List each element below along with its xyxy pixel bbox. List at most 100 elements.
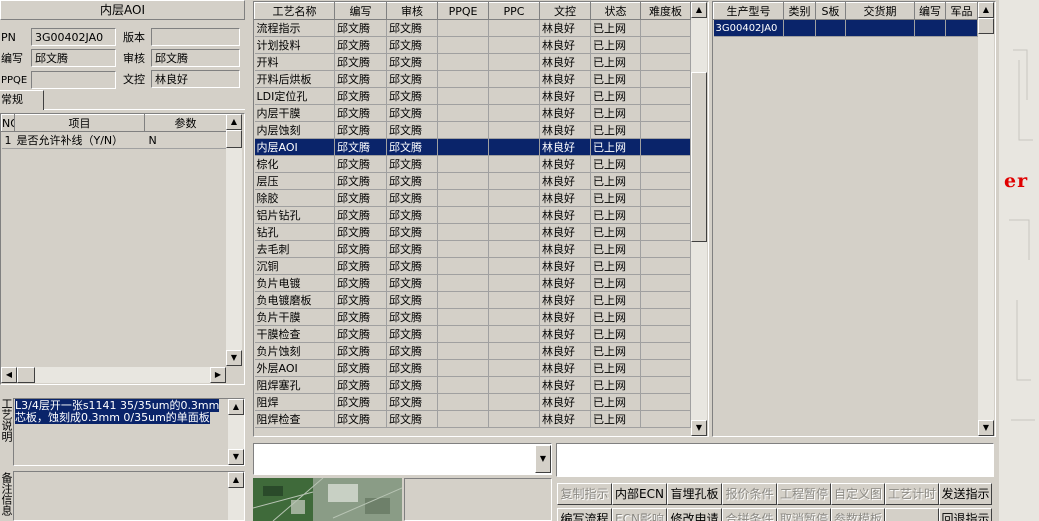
col-header-process-name[interactable]: 工艺名称 <box>254 2 335 20</box>
param-vscroll[interactable]: ▲ ▼ <box>226 114 242 366</box>
process-row[interactable]: 负片蚀刻 邱文腾 邱文腾 林良好 已上网 <box>254 342 691 360</box>
row1-button-3[interactable]: 盲埋孔板 <box>667 483 722 505</box>
process-row[interactable]: 内层AOI 邱文腾 邱文腾 林良好 已上网 <box>254 138 691 156</box>
process-cell: 已上网 <box>590 172 641 190</box>
process-row[interactable]: 外层AOI 邱文腾 邱文腾 林良好 已上网 <box>254 359 691 377</box>
process-row[interactable]: 内层蚀刻 邱文腾 邱文腾 林良好 已上网 <box>254 121 691 139</box>
ppqe-field[interactable] <box>31 71 116 89</box>
scroll-thumb[interactable] <box>226 130 242 148</box>
row1-button-1[interactable]: 复制指示 <box>557 483 612 505</box>
scroll-up-icon[interactable]: ▲ <box>978 2 994 18</box>
process-vscroll[interactable]: ▲ ▼ <box>691 2 707 436</box>
combo-box[interactable]: ▼ <box>253 443 552 475</box>
row2-button-8[interactable]: 回退指示 <box>939 508 992 521</box>
process-row[interactable]: 阻焊塞孔 邱文腾 邱文腾 林良好 已上网 <box>254 376 691 394</box>
process-row[interactable]: 棕化 邱文腾 邱文腾 林良好 已上网 <box>254 155 691 173</box>
pn-field[interactable]: 3G00402JA0 <box>31 28 116 46</box>
process-cell <box>437 274 489 292</box>
col-header-model-writer[interactable]: 编写 <box>914 2 946 20</box>
col-header-model[interactable]: 生产型号 <box>713 2 784 20</box>
col-header-reviewer[interactable]: 审核 <box>386 2 438 20</box>
row1-button-8[interactable]: 发送指示 <box>939 483 992 505</box>
doc-control-field[interactable]: 林良好 <box>151 70 240 88</box>
param-header-item[interactable]: 项目 <box>14 114 145 132</box>
row2-button-1[interactable]: 编写流程 <box>557 508 612 521</box>
process-row[interactable]: 阻焊检查 邱文腾 邱文腾 林良好 已上网 <box>254 410 691 428</box>
col-header-difficulty[interactable]: 难度板 <box>640 2 691 20</box>
process-row[interactable]: 层压 邱文腾 邱文腾 林良好 已上网 <box>254 172 691 190</box>
scroll-right-icon[interactable]: ▶ <box>210 367 226 383</box>
process-note-box[interactable]: L3/4层开一张s1141 35/35um的0.3mm芯板，蚀刻成0.3mm 0… <box>13 398 245 466</box>
row1-button-5[interactable]: 工程暂停 <box>777 483 831 505</box>
process-cell: 已上网 <box>590 410 641 428</box>
reviewer-field[interactable]: 邱文腾 <box>151 49 240 67</box>
process-cell: 已上网 <box>590 36 641 54</box>
process-grid: 工艺名称 编写 审核 PPQE PPC 文控 状态 难度板 流程指示 邱文腾 邱文腾… <box>253 1 709 437</box>
col-header-writer[interactable]: 编写 <box>334 2 387 20</box>
row2-button-7[interactable] <box>885 508 939 521</box>
process-row[interactable]: LDI定位孔 邱文腾 邱文腾 林良好 已上网 <box>254 87 691 105</box>
scroll-up-icon[interactable]: ▲ <box>226 114 242 130</box>
process-row[interactable]: 钻孔 邱文腾 邱文腾 林良好 已上网 <box>254 223 691 241</box>
scroll-thumb[interactable] <box>978 18 994 34</box>
param-row[interactable]: 1 是否允许补线（Y/N） N <box>1 131 227 149</box>
process-row[interactable]: 内层干膜 邱文腾 邱文腾 林良好 已上网 <box>254 104 691 122</box>
row1-button-2[interactable]: 内部ECN <box>612 483 667 505</box>
col-header-delivery[interactable]: 交货期 <box>845 2 915 20</box>
model-vscroll[interactable]: ▲ ▼ <box>978 2 994 436</box>
process-row[interactable]: 阻焊 邱文腾 邱文腾 林良好 已上网 <box>254 393 691 411</box>
process-row[interactable]: 铝片钻孔 邱文腾 邱文腾 林良好 已上网 <box>254 206 691 224</box>
process-row[interactable]: 负电镀磨板 邱文腾 邱文腾 林良好 已上网 <box>254 291 691 309</box>
param-header-value[interactable]: 参数 <box>144 114 227 132</box>
process-row[interactable]: 干膜检查 邱文腾 邱文腾 林良好 已上网 <box>254 325 691 343</box>
col-header-ppc[interactable]: PPC <box>488 2 540 20</box>
scroll-down-icon[interactable]: ▼ <box>228 449 244 465</box>
row1-button-6[interactable]: 自定义图 <box>831 483 885 505</box>
process-cell <box>488 172 540 190</box>
scroll-down-icon[interactable]: ▼ <box>691 420 707 436</box>
other-note-box[interactable]: ▲ <box>13 471 245 521</box>
process-row[interactable]: 负片干膜 邱文腾 邱文腾 林良好 已上网 <box>254 308 691 326</box>
chevron-down-icon[interactable]: ▼ <box>535 445 551 473</box>
hscroll-thumb[interactable] <box>17 367 35 383</box>
process-row[interactable]: 开料 邱文腾 邱文腾 林良好 已上网 <box>254 53 691 71</box>
version-field[interactable] <box>151 28 240 46</box>
model-row[interactable]: 3G00402JA0 <box>713 19 978 37</box>
message-input[interactable] <box>556 443 994 477</box>
scroll-thumb[interactable] <box>691 72 707 242</box>
col-header-doc-control[interactable]: 文控 <box>539 2 591 20</box>
process-row[interactable]: 开料后烘板 邱文腾 邱文腾 林良好 已上网 <box>254 70 691 88</box>
process-row[interactable]: 流程指示 邱文腾 邱文腾 林良好 已上网 <box>254 19 691 37</box>
scroll-left-icon[interactable]: ◀ <box>1 367 17 383</box>
writer-field[interactable]: 邱文腾 <box>31 49 116 67</box>
process-row[interactable]: 沉铜 邱文腾 邱文腾 林良好 已上网 <box>254 257 691 275</box>
other-note-vscroll[interactable]: ▲ <box>228 472 244 520</box>
process-cell: 邱文腾 <box>386 308 438 326</box>
col-header-status[interactable]: 状态 <box>590 2 641 20</box>
scroll-down-icon[interactable]: ▼ <box>226 350 242 366</box>
process-row[interactable]: 除胶 邱文腾 邱文腾 林良好 已上网 <box>254 189 691 207</box>
process-row[interactable]: 负片电镀 邱文腾 邱文腾 林良好 已上网 <box>254 274 691 292</box>
tab-general[interactable]: 常规 <box>0 90 44 110</box>
scroll-down-icon[interactable]: ▼ <box>978 420 994 436</box>
process-row[interactable]: 计划投料 邱文腾 邱文腾 林良好 已上网 <box>254 36 691 54</box>
scroll-up-icon[interactable]: ▲ <box>228 472 244 488</box>
col-header-category[interactable]: 类别 <box>783 2 816 20</box>
col-header-military[interactable]: 军品 <box>945 2 978 20</box>
col-header-ppqe[interactable]: PPQE <box>437 2 489 20</box>
row2-button-4[interactable]: 合拼条件 <box>722 508 777 521</box>
note-vscroll[interactable]: ▲ ▼ <box>228 399 244 465</box>
row1-button-7[interactable]: 工艺计时 <box>885 483 939 505</box>
col-header-s-board[interactable]: S板 <box>815 2 846 20</box>
param-hscroll[interactable]: ◀ ▶ <box>1 367 226 383</box>
param-header-no[interactable]: NO <box>1 114 15 132</box>
row2-button-2[interactable]: ECN影响 <box>612 508 667 521</box>
row2-button-5[interactable]: 取消暂停 <box>777 508 831 521</box>
scroll-up-icon[interactable]: ▲ <box>691 2 707 18</box>
process-cell <box>437 376 489 394</box>
row2-button-6[interactable]: 参数模板 <box>831 508 885 521</box>
process-row[interactable]: 去毛刺 邱文腾 邱文腾 林良好 已上网 <box>254 240 691 258</box>
scroll-up-icon[interactable]: ▲ <box>228 399 244 415</box>
row2-button-3[interactable]: 修改申请 <box>667 508 722 521</box>
row1-button-4[interactable]: 报价条件 <box>722 483 777 505</box>
